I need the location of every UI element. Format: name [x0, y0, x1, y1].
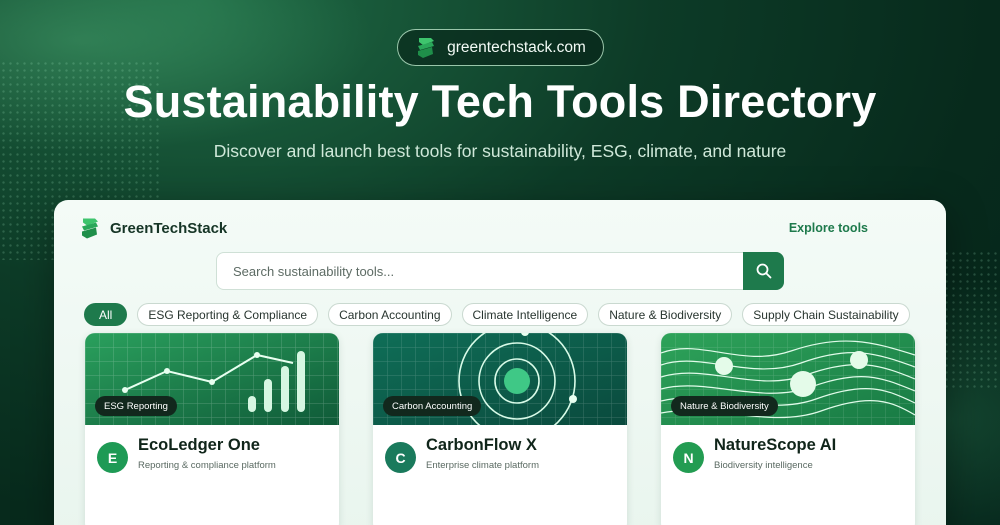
card-description: Reporting & compliance platform	[138, 460, 276, 471]
search-button[interactable]	[743, 252, 784, 290]
card-avatar: N	[673, 442, 704, 473]
filter-chip-nature[interactable]: Nature & Biodiversity	[598, 303, 733, 326]
search-input[interactable]	[217, 263, 743, 279]
domain-text: greentechstack.com	[447, 38, 586, 56]
search-icon	[756, 263, 771, 279]
tool-card-ecoledger[interactable]: ESG Reporting E EcoLedger One Reporting …	[85, 333, 339, 525]
explore-tools-link[interactable]: Explore tools	[789, 221, 868, 235]
card-title: CarbonFlow X	[426, 436, 537, 454]
filter-chip-esg[interactable]: ESG Reporting & Compliance	[137, 303, 319, 326]
brand-name: GreenTechStack	[110, 220, 228, 237]
card-description: Enterprise climate platform	[426, 460, 539, 471]
filter-chip-all[interactable]: All	[84, 303, 128, 326]
card-tag: ESG Reporting	[95, 396, 177, 416]
brand[interactable]: GreenTechStack	[79, 216, 227, 241]
domain-link[interactable]: greentechstack.com	[397, 29, 604, 66]
card-description: Biodiversity intelligence	[714, 460, 813, 471]
category-filters: All ESG Reporting & Compliance Carbon Ac…	[84, 303, 910, 326]
card-art-3: Nature & Biodiversity	[661, 333, 915, 425]
filter-chip-carbon[interactable]: Carbon Accounting	[328, 303, 452, 326]
card-title: EcoLedger One	[138, 436, 260, 454]
search-bar	[216, 252, 784, 290]
tool-card-naturescope[interactable]: Nature & Biodiversity N NatureScope AI B…	[661, 333, 915, 525]
page-subtitle: Discover and launch best tools for susta…	[213, 141, 787, 161]
page-title: Sustainability Tech Tools Directory	[123, 76, 877, 127]
card-art-2: Carbon Accounting	[373, 333, 627, 425]
directory-panel: GreenTechStack Explore tools All ESG Rep…	[54, 200, 946, 525]
card-avatar: C	[385, 442, 416, 473]
card-tag: Carbon Accounting	[383, 396, 482, 416]
card-avatar: E	[97, 442, 128, 473]
card-art-1: ESG Reporting	[85, 333, 339, 425]
greentechstack-logo-icon	[418, 37, 435, 58]
filter-chip-supply-chain[interactable]: Supply Chain Sustainability	[742, 303, 910, 326]
filter-chip-climate[interactable]: Climate Intelligence	[461, 303, 589, 326]
brand-logo-icon	[82, 218, 98, 239]
card-tag: Nature & Biodiversity	[671, 396, 778, 416]
tool-card-carbonflow[interactable]: Carbon Accounting C CarbonFlow X Enterpr…	[373, 333, 627, 525]
card-title: NatureScope AI	[714, 436, 837, 454]
